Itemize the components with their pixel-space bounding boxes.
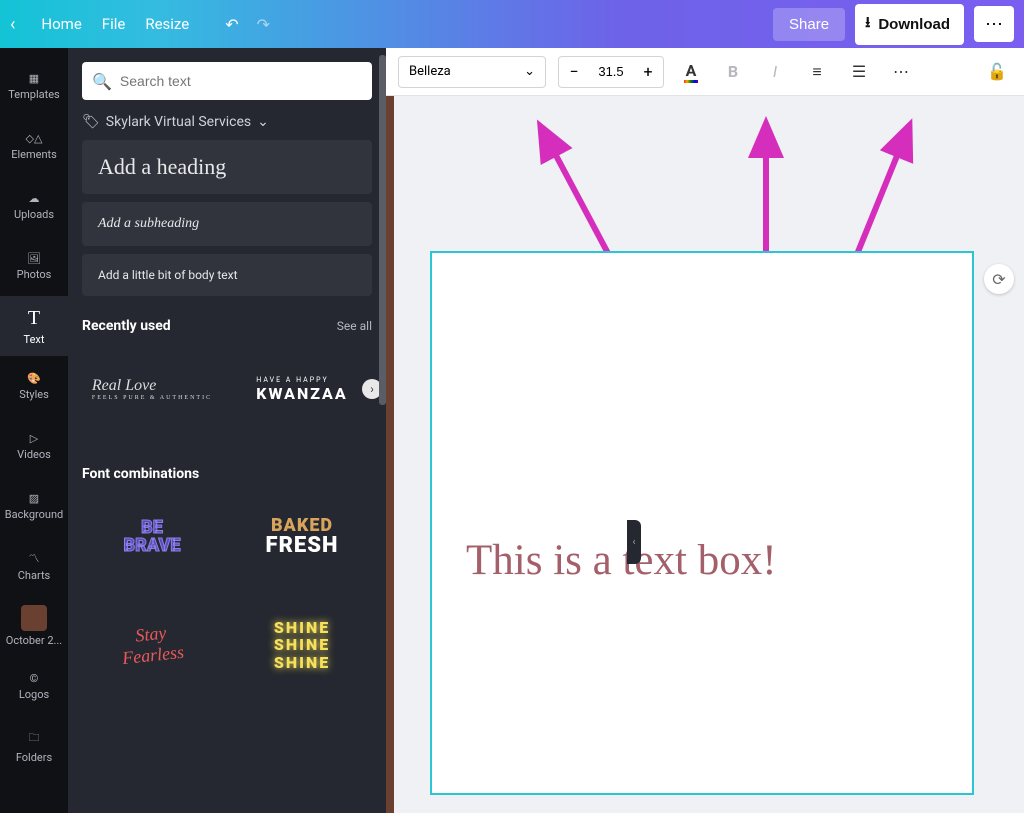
rail-october[interactable]: October 2... <box>0 596 68 656</box>
rail-folders[interactable]: 🗀Folders <box>0 716 68 776</box>
brand-icon: 🏷 <box>82 114 100 130</box>
videos-icon: ▷ <box>30 432 38 445</box>
elements-icon: ◇△ <box>26 132 43 145</box>
textbox-element[interactable]: This is a text box! <box>466 536 777 585</box>
text-toolbar: Belleza ⌄ − + A B I ≡ ☰ ⋯ 🔓 <box>386 48 1024 96</box>
rail-templates[interactable]: ▦Templates <box>0 56 68 116</box>
text-color-button[interactable]: A <box>676 57 706 87</box>
styles-icon: 🎨 <box>27 372 41 385</box>
canvas-area: Belleza ⌄ − + A B I ≡ ☰ ⋯ 🔓 <box>386 48 1024 813</box>
font-family-select[interactable]: Belleza ⌄ <box>398 56 546 88</box>
rail-charts[interactable]: 〽Charts <box>0 536 68 596</box>
rail-photos[interactable]: 🖼Photos <box>0 236 68 296</box>
font-size-stepper: − + <box>558 56 664 88</box>
chevron-down-icon: ⌄ <box>257 114 269 130</box>
photos-icon: 🖼 <box>27 252 41 265</box>
back-icon[interactable]: ‹ <box>10 14 15 35</box>
menu-file[interactable]: File <box>102 15 126 33</box>
add-subheading-button[interactable]: Add a subheading <box>82 202 372 246</box>
font-size-input[interactable] <box>589 64 633 79</box>
more-text-options[interactable]: ⋯ <box>886 57 916 87</box>
more-button[interactable]: ⋯ <box>974 6 1014 42</box>
refresh-canvas-icon[interactable]: ⟳ <box>984 264 1014 294</box>
search-box[interactable]: 🔍 <box>82 62 372 100</box>
combo-be-brave[interactable]: BEBRAVE <box>82 492 222 582</box>
undo-icon[interactable]: ↶ <box>225 15 238 34</box>
rail-logos[interactable]: ©Logos <box>0 656 68 716</box>
font-combos-heading: Font combinations <box>82 466 199 482</box>
rail-uploads[interactable]: ☁Uploads <box>0 176 68 236</box>
text-panel: 🔍 🏷 Skylark Virtual Services ⌄ Add a hea… <box>68 48 386 813</box>
add-body-text-button[interactable]: Add a little bit of body text <box>82 254 372 296</box>
recent-card-kwanzaa[interactable]: HAVE A HAPPYKWANZAA <box>232 344 372 434</box>
align-button[interactable]: ≡ <box>802 57 832 87</box>
menu-resize[interactable]: Resize <box>145 15 189 33</box>
download-button[interactable]: ⭳ Download <box>855 4 964 45</box>
share-button[interactable]: Share <box>773 8 845 41</box>
background-icon: ▨ <box>29 492 39 505</box>
add-heading-button[interactable]: Add a heading <box>82 140 372 194</box>
download-icon: ⭳ <box>865 12 870 37</box>
font-size-increase[interactable]: + <box>633 62 663 81</box>
lock-button[interactable]: 🔓 <box>982 57 1012 87</box>
topbar: ‹ Home File Resize ↶ ↷ Share ⭳ Download … <box>0 0 1024 48</box>
folders-icon: 🗀 <box>29 729 40 748</box>
rail-videos[interactable]: ▷Videos <box>0 416 68 476</box>
rail-text[interactable]: TText <box>0 296 68 356</box>
rail-background[interactable]: ▨Background <box>0 476 68 536</box>
combo-shine[interactable]: SHINESHINESHINE <box>232 600 372 690</box>
redo-icon[interactable]: ↷ <box>257 15 270 34</box>
october-thumb-icon <box>21 605 47 631</box>
recently-used-heading: Recently used <box>82 318 171 334</box>
templates-icon: ▦ <box>29 72 39 85</box>
combo-baked-fresh[interactable]: BAKEDFRESH <box>232 492 372 582</box>
panel-collapse-button[interactable]: ‹ <box>627 520 641 564</box>
menu-home[interactable]: Home <box>41 15 81 33</box>
canvas-page[interactable] <box>430 251 974 795</box>
rail-elements[interactable]: ◇△Elements <box>0 116 68 176</box>
logos-icon: © <box>30 672 39 685</box>
list-button[interactable]: ☰ <box>844 57 874 87</box>
recent-card-real-love[interactable]: Real LoveFEELS PURE & AUTHENTIC <box>82 344 222 434</box>
combo-stay-fearless[interactable]: StayFearless <box>82 600 222 690</box>
bold-button[interactable]: B <box>718 57 748 87</box>
search-icon: 🔍 <box>92 72 112 91</box>
charts-icon: 〽 <box>29 550 40 566</box>
stage[interactable]: font controls This is a text box! ⟳ <box>386 96 1024 813</box>
italic-button[interactable]: I <box>760 57 790 87</box>
search-input[interactable] <box>120 73 362 89</box>
stage-left-strip <box>386 96 394 813</box>
chevron-down-icon: ⌄ <box>524 64 535 79</box>
see-all-recent[interactable]: See all <box>337 319 372 333</box>
text-icon: T <box>28 307 40 330</box>
font-size-decrease[interactable]: − <box>559 62 589 81</box>
uploads-icon: ☁ <box>29 192 40 205</box>
panel-scrollbar[interactable] <box>379 55 386 405</box>
brand-selector[interactable]: 🏷 Skylark Virtual Services ⌄ <box>82 114 372 130</box>
side-rail: ▦Templates ◇△Elements ☁Uploads 🖼Photos T… <box>0 48 68 813</box>
rail-styles[interactable]: 🎨Styles <box>0 356 68 416</box>
